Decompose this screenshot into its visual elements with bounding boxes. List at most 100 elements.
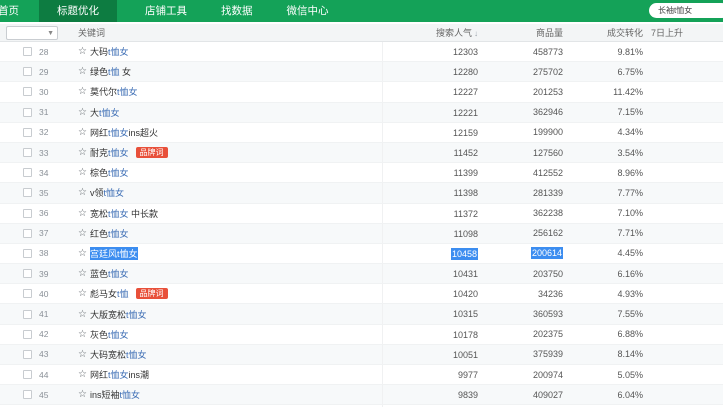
chevron-down-icon: ▼	[47, 29, 54, 37]
table-row[interactable]: 39 ☆ 蓝色t恤女 10431 203750 6.16%	[0, 264, 723, 285]
favorite-star-icon[interactable]: ☆	[78, 127, 87, 138]
header-popularity[interactable]: 搜索人气 ↓	[382, 24, 478, 41]
keyword-link[interactable]: 网红t恤女ins潮	[90, 368, 149, 381]
items-value: 375939	[532, 349, 563, 360]
keyword-link[interactable]: 网红t恤女ins超火	[90, 126, 158, 139]
keyword-link[interactable]: 大版宽松t恤女	[90, 308, 147, 321]
favorite-star-icon[interactable]: ☆	[78, 228, 87, 239]
nav-tab-shop-tools[interactable]: 店铺工具	[131, 0, 201, 22]
popularity-cell: 11399	[382, 163, 478, 183]
keyword-link[interactable]: 大t恤女	[90, 106, 120, 119]
table-row[interactable]: 34 ☆ 棕色t恤女 11399 412552 8.96%	[0, 163, 723, 184]
favorite-star-icon[interactable]: ☆	[78, 107, 87, 118]
favorite-star-icon[interactable]: ☆	[78, 268, 87, 279]
popularity-value: 12159	[452, 127, 478, 138]
table-row[interactable]: 35 ☆ v领t恤女 11398 281339 7.77%	[0, 183, 723, 204]
keyword-link[interactable]: ins短袖t恤女	[90, 388, 140, 401]
popularity-cell: 11098	[382, 223, 478, 243]
row-checkbox[interactable]	[23, 208, 32, 218]
popularity-cell: 10420	[382, 284, 478, 304]
keyword-link[interactable]: 棕色t恤女	[90, 166, 129, 179]
favorite-star-icon[interactable]: ☆	[78, 167, 87, 178]
row-checkbox[interactable]	[23, 47, 32, 57]
favorite-star-icon[interactable]: ☆	[78, 66, 87, 77]
row-checkbox[interactable]	[23, 289, 32, 299]
header-items[interactable]: 商品量	[478, 26, 563, 39]
table-row[interactable]: 38 ☆ 宫廷风t恤女 10458 200614 4.45%	[0, 243, 723, 265]
header-rise7-label: 7日上升	[651, 28, 684, 38]
favorite-star-icon[interactable]: ☆	[78, 329, 87, 340]
row-checkbox[interactable]	[23, 248, 32, 258]
keyword-link[interactable]: v领t恤女	[90, 186, 124, 199]
conversion-value: 7.10%	[617, 208, 643, 219]
header-rise7[interactable]: 7日上升	[643, 26, 723, 39]
popularity-cell: 10051	[382, 344, 478, 364]
keyword-link[interactable]: 红色t恤女	[90, 227, 129, 240]
table-row[interactable]: 37 ☆ 红色t恤女 11098 256162 7.71%	[0, 223, 723, 244]
table-row[interactable]: 30 ☆ 莫代尔t恤女 12227 201253 11.42%	[0, 82, 723, 103]
table-row[interactable]: 29 ☆ 绿色t恤 女 12280 275702 6.75%	[0, 62, 723, 83]
nav-tab-find-data[interactable]: 找数据	[207, 0, 267, 22]
conversion-cell: 7.15%	[563, 107, 643, 117]
keyword-link[interactable]: 莫代尔t恤女	[90, 85, 138, 98]
nav-tab-wechat-center[interactable]: 微信中心	[273, 0, 343, 22]
favorite-star-icon[interactable]: ☆	[78, 248, 87, 259]
keyword-cell: ☆ 大码宽松t恤女	[78, 345, 382, 364]
favorite-star-icon[interactable]: ☆	[78, 309, 87, 320]
table-row[interactable]: 31 ☆ 大t恤女 12221 362946 7.15%	[0, 102, 723, 123]
header-conversion[interactable]: 成交转化	[563, 26, 643, 39]
table-row[interactable]: 36 ☆ 宽松t恤女 中长款 11372 362238 7.10%	[0, 203, 723, 224]
favorite-star-icon[interactable]: ☆	[78, 349, 87, 360]
favorite-star-icon[interactable]: ☆	[78, 46, 87, 57]
conversion-cell: 5.05%	[563, 370, 643, 380]
keyword-link[interactable]: 蓝色t恤女	[90, 267, 129, 280]
keyword-link[interactable]: 大码宽松t恤女	[90, 348, 147, 361]
conversion-value: 4.34%	[617, 127, 643, 138]
row-check-cell: 39	[0, 269, 78, 279]
app-window: 首页 标题优化 店铺工具 找数据 微信中心 长袖t恤女 ▼ 关键词 搜索人气 ↓ …	[0, 0, 723, 407]
keyword-table-body: 28 ☆ 大码t恤女 12303 458773 9.81% 29 ☆ 绿色t恤 …	[0, 42, 723, 407]
row-checkbox[interactable]	[23, 329, 32, 339]
table-row[interactable]: 43 ☆ 大码宽松t恤女 10051 375939 8.14%	[0, 344, 723, 365]
row-checkbox[interactable]	[23, 370, 32, 380]
table-row[interactable]: 33 ☆ 耐克t恤女 品牌词 11452 127560 3.54%	[0, 142, 723, 164]
keyword-link[interactable]: 宫廷风t恤女	[89, 246, 138, 260]
batch-select-dropdown[interactable]: ▼	[6, 26, 58, 40]
table-row[interactable]: 42 ☆ 灰色t恤女 10178 202375 6.88%	[0, 324, 723, 345]
row-checkbox[interactable]	[23, 107, 32, 117]
keyword-link[interactable]: 耐克t恤女	[90, 146, 129, 159]
row-checkbox[interactable]	[23, 390, 32, 400]
favorite-star-icon[interactable]: ☆	[78, 288, 87, 299]
row-checkbox[interactable]	[23, 127, 32, 137]
keyword-link[interactable]: 绿色t恤 女	[90, 65, 131, 78]
favorite-star-icon[interactable]: ☆	[78, 147, 87, 158]
keyword-search-input[interactable]: 长袖t恤女	[649, 3, 723, 18]
nav-tab-title-optimization[interactable]: 标题优化	[39, 0, 117, 22]
keyword-link[interactable]: 大码t恤女	[90, 45, 129, 58]
favorite-star-icon[interactable]: ☆	[78, 208, 87, 219]
popularity-cell: 12280	[382, 62, 478, 82]
row-checkbox[interactable]	[23, 269, 32, 279]
table-row[interactable]: 40 ☆ 彪马女t恤 品牌词 10420 34236 4.93%	[0, 284, 723, 305]
table-row[interactable]: 45 ☆ ins短袖t恤女 9839 409027 6.04%	[0, 385, 723, 406]
row-checkbox[interactable]	[23, 349, 32, 359]
row-checkbox[interactable]	[23, 228, 32, 238]
favorite-star-icon[interactable]: ☆	[78, 369, 87, 380]
keyword-link[interactable]: 彪马女t恤	[90, 287, 129, 300]
row-checkbox[interactable]	[23, 168, 32, 178]
favorite-star-icon[interactable]: ☆	[78, 389, 87, 400]
favorite-star-icon[interactable]: ☆	[78, 187, 87, 198]
row-checkbox[interactable]	[23, 67, 32, 77]
row-checkbox[interactable]	[23, 87, 32, 97]
row-checkbox[interactable]	[23, 309, 32, 319]
nav-tab-home[interactable]: 首页	[0, 0, 31, 22]
keyword-link[interactable]: 灰色t恤女	[90, 328, 129, 341]
table-row[interactable]: 41 ☆ 大版宽松t恤女 10315 360593 7.55%	[0, 304, 723, 325]
favorite-star-icon[interactable]: ☆	[78, 86, 87, 97]
row-checkbox[interactable]	[23, 148, 32, 158]
row-checkbox[interactable]	[23, 188, 32, 198]
table-row[interactable]: 44 ☆ 网红t恤女ins潮 9977 200974 5.05%	[0, 365, 723, 386]
table-row[interactable]: 32 ☆ 网红t恤女ins超火 12159 199900 4.34%	[0, 122, 723, 143]
table-row[interactable]: 28 ☆ 大码t恤女 12303 458773 9.81%	[0, 42, 723, 63]
keyword-link[interactable]: 宽松t恤女 中长款	[90, 207, 158, 220]
